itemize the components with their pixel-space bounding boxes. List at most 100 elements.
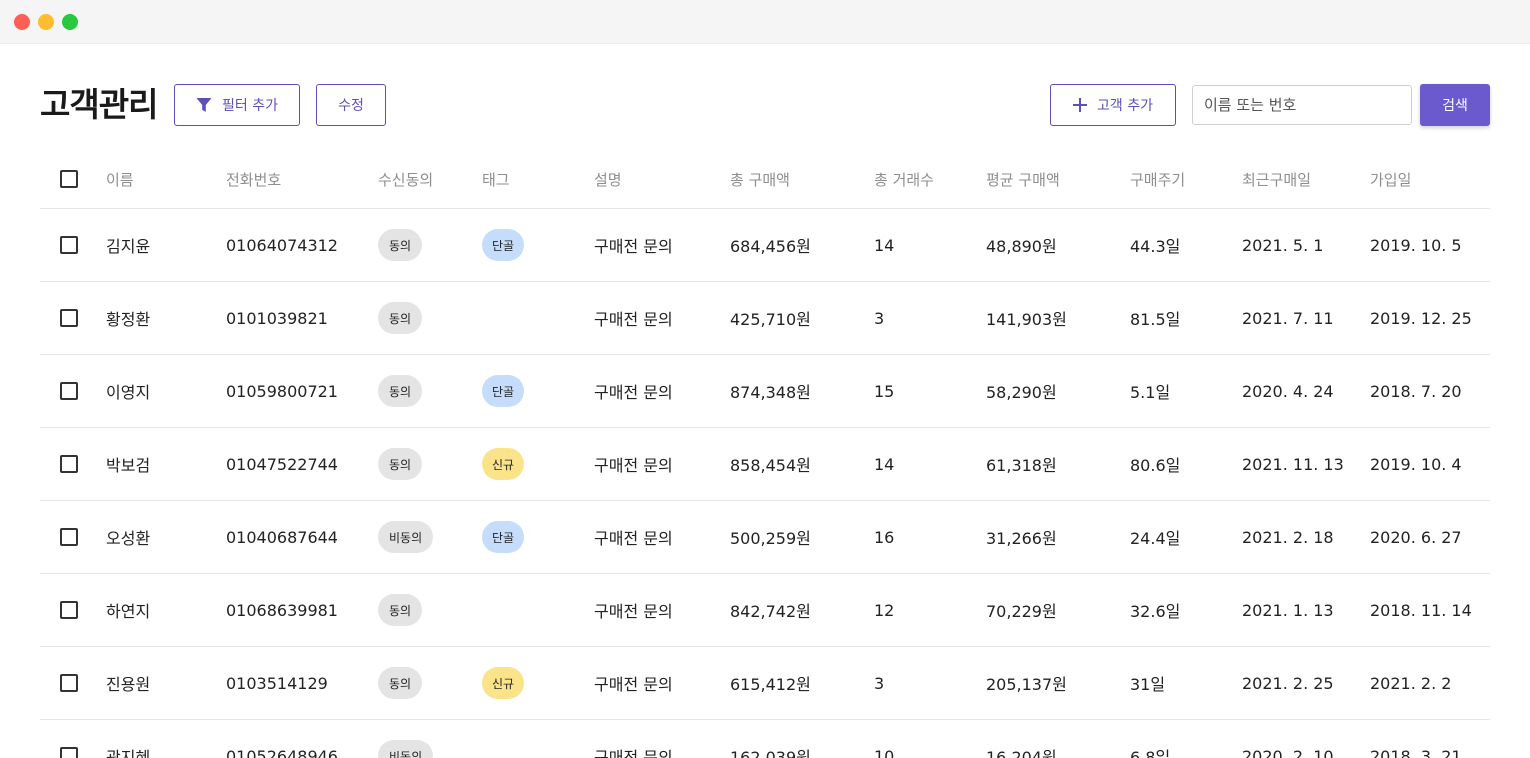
close-window-button[interactable] [14, 14, 30, 30]
customer-phone: 0101039821 [226, 308, 328, 328]
total-purchase: 425,710원 [730, 310, 811, 329]
transaction-count: 14 [874, 454, 895, 474]
row-checkbox[interactable] [60, 455, 78, 473]
customer-desc: 구매전 문의 [594, 748, 673, 758]
avg-purchase: 16,204원 [986, 748, 1057, 758]
consent-badge: 동의 [378, 448, 423, 480]
header-name[interactable]: 이름 [106, 150, 134, 208]
row-checkbox[interactable] [60, 674, 78, 692]
join-date: 2019. 10. 5 [1370, 235, 1462, 255]
table-row[interactable]: 박보검 01047522744 동의 신규 구매전 문의 858,454원 14 61,318… [40, 428, 1490, 501]
header-desc[interactable]: 설명 [594, 150, 622, 208]
add-customer-label: 고객 추가 [1097, 98, 1153, 114]
customer-desc: 구매전 문의 [594, 529, 673, 548]
recent-purchase-date: 2021. 7. 11 [1242, 308, 1334, 328]
join-date: 2020. 6. 27 [1370, 527, 1462, 547]
minimize-window-button[interactable] [38, 14, 54, 30]
total-purchase: 615,412원 [730, 675, 811, 694]
transaction-count: 12 [874, 600, 895, 620]
consent-badge: 비동의 [378, 521, 434, 553]
filter-icon [196, 97, 212, 113]
transaction-count: 3 [874, 308, 885, 328]
customer-phone: 01059800721 [226, 381, 338, 401]
recent-purchase-date: 2021. 1. 13 [1242, 600, 1334, 620]
customer-table: 이름 전화번호 수신동의 태그 설명 총 구매액 총 거래수 평균 구매액 구매… [40, 150, 1490, 758]
header-avg[interactable]: 평균 구매액 [986, 150, 1060, 208]
row-checkbox[interactable] [60, 236, 78, 254]
row-checkbox[interactable] [60, 601, 78, 619]
tag-badge: 단골 [482, 521, 525, 553]
customer-name: 황정환 [106, 310, 151, 329]
transaction-count: 14 [874, 235, 895, 255]
select-all-checkbox[interactable] [60, 170, 78, 188]
edit-label: 수정 [338, 98, 364, 114]
total-purchase: 684,456원 [730, 237, 811, 256]
join-date: 2018. 7. 20 [1370, 381, 1462, 401]
transaction-count: 10 [874, 746, 895, 758]
purchase-cycle: 32.6일 [1130, 602, 1181, 621]
header-count[interactable]: 총 거래수 [874, 150, 934, 208]
customer-name: 박보검 [106, 456, 151, 475]
customer-phone: 01064074312 [226, 235, 338, 255]
window-titlebar [0, 0, 1530, 44]
avg-purchase: 141,903원 [986, 310, 1067, 329]
purchase-cycle: 6.8일 [1130, 748, 1171, 758]
table-row[interactable]: 하연지 01068639981 동의 구매전 문의 842,742원 12 70,229원 3… [40, 574, 1490, 647]
search-input[interactable] [1192, 85, 1412, 125]
table-row[interactable]: 오성환 01040687644 비동의 단골 구매전 문의 500,259원 16 31,26… [40, 501, 1490, 574]
consent-badge: 동의 [378, 302, 423, 334]
header-recent[interactable]: 최근구매일 [1242, 150, 1311, 208]
plus-icon [1073, 98, 1087, 112]
edit-button[interactable]: 수정 [316, 84, 386, 126]
row-checkbox[interactable] [60, 528, 78, 546]
table-row[interactable]: 진용원 0103514129 동의 신규 구매전 문의 615,412원 3 205,137원… [40, 647, 1490, 720]
add-filter-button[interactable]: 필터 추가 [174, 84, 300, 126]
table-row[interactable]: 이영지 01059800721 동의 단골 구매전 문의 874,348원 15 58,290… [40, 355, 1490, 428]
join-date: 2019. 12. 25 [1370, 308, 1472, 328]
avg-purchase: 31,266원 [986, 529, 1057, 548]
add-customer-button[interactable]: 고객 추가 [1050, 84, 1176, 126]
tag-badge: 신규 [482, 448, 525, 480]
row-checkbox[interactable] [60, 382, 78, 400]
customer-phone: 01052648946 [226, 746, 338, 758]
customer-name: 오성환 [106, 529, 151, 548]
row-checkbox[interactable] [60, 747, 78, 758]
table-header-row: 이름 전화번호 수신동의 태그 설명 총 구매액 총 거래수 평균 구매액 구매… [40, 150, 1490, 209]
header-phone[interactable]: 전화번호 [226, 150, 281, 208]
customer-name: 하연지 [106, 602, 151, 621]
header-total[interactable]: 총 구매액 [730, 150, 790, 208]
header-cycle[interactable]: 구매주기 [1130, 150, 1185, 208]
table-body: 김지윤 01064074312 동의 단골 구매전 문의 684,456원 14 48,890… [40, 209, 1490, 758]
table-row[interactable]: 곽지혜 01052648946 비동의 구매전 문의 162,039원 10 16,204원… [40, 720, 1490, 758]
tag-badge: 단골 [482, 229, 525, 261]
recent-purchase-date: 2021. 11. 13 [1242, 454, 1344, 474]
header-tag[interactable]: 태그 [482, 150, 510, 208]
customer-phone: 01047522744 [226, 454, 338, 474]
join-date: 2021. 2. 2 [1370, 673, 1452, 693]
total-purchase: 874,348원 [730, 383, 811, 402]
table-row[interactable]: 황정환 0101039821 동의 구매전 문의 425,710원 3 141,903원 81… [40, 282, 1490, 355]
customer-name: 진용원 [106, 675, 151, 694]
transaction-count: 16 [874, 527, 895, 547]
row-checkbox[interactable] [60, 309, 78, 327]
maximize-window-button[interactable] [62, 14, 78, 30]
purchase-cycle: 31일 [1130, 675, 1166, 694]
recent-purchase-date: 2021. 2. 25 [1242, 673, 1334, 693]
recent-purchase-date: 2020. 2. 10 [1242, 746, 1334, 758]
join-date: 2018. 3. 21 [1370, 746, 1462, 758]
customer-desc: 구매전 문의 [594, 237, 673, 256]
recent-purchase-date: 2020. 4. 24 [1242, 381, 1334, 401]
table-row[interactable]: 김지윤 01064074312 동의 단골 구매전 문의 684,456원 14 48,890… [40, 209, 1490, 282]
header-join[interactable]: 가입일 [1370, 150, 1411, 208]
customer-name: 이영지 [106, 383, 151, 402]
total-purchase: 500,259원 [730, 529, 811, 548]
tag-badge: 단골 [482, 375, 525, 407]
customer-phone: 0103514129 [226, 673, 328, 693]
transaction-count: 3 [874, 673, 885, 693]
join-date: 2019. 10. 4 [1370, 454, 1462, 474]
header-consent[interactable]: 수신동의 [378, 150, 433, 208]
add-filter-label: 필터 추가 [222, 98, 278, 114]
customer-phone: 01068639981 [226, 600, 338, 620]
search-button[interactable]: 검색 [1420, 84, 1490, 126]
consent-badge: 동의 [378, 229, 423, 261]
